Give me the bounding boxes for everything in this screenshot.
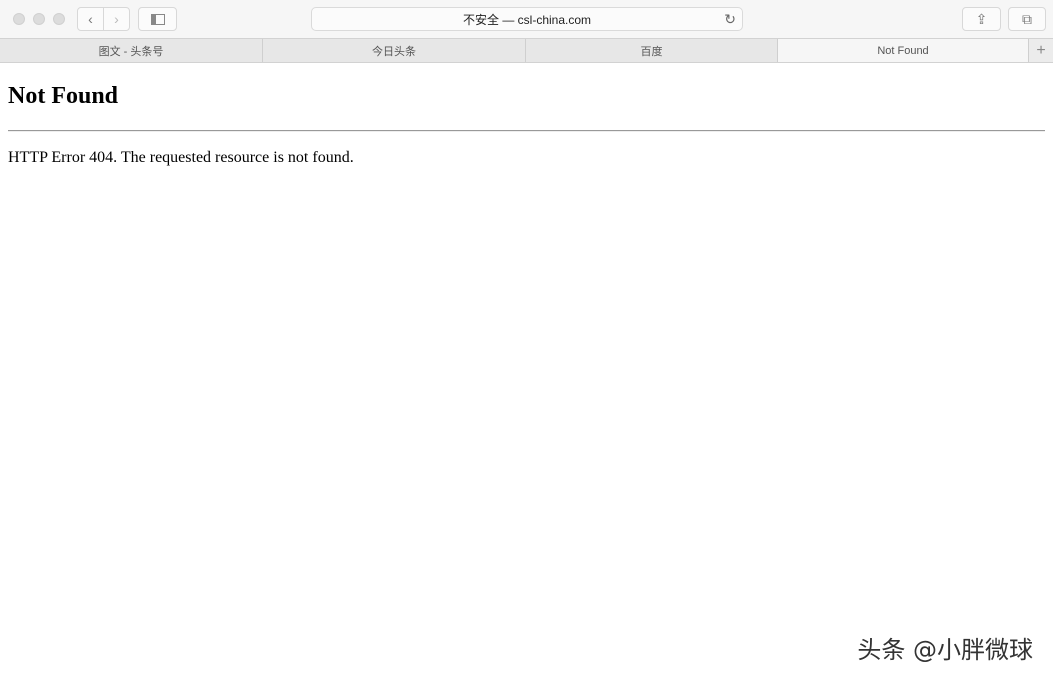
page-title: Not Found <box>8 83 119 109</box>
browser-toolbar: ‹ › 不安全 — csl-china.com ↻ ⇪ ⧉ <box>0 0 1053 38</box>
back-icon: ‹ <box>88 11 93 27</box>
back-button[interactable]: ‹ <box>77 7 104 31</box>
tab-label: 百度 <box>640 45 663 58</box>
tabs-overview-icon: ⧉ <box>1022 10 1032 27</box>
divider <box>8 130 1045 132</box>
tab-toutiao-article[interactable]: 图文 - 头条号 <box>0 39 263 62</box>
address-text: 不安全 — csl-china.com <box>462 12 592 27</box>
tabs-overview-button[interactable]: ⧉ <box>1008 7 1046 31</box>
tab-bar: 图文 - 头条号 今日头条 百度 Not Found + <box>0 38 1053 63</box>
forward-button[interactable]: › <box>103 7 130 31</box>
tab-label: 今日头条 <box>372 45 416 58</box>
reload-icon[interactable]: ↻ <box>724 11 736 28</box>
watermark: 头条 @小胖微球 <box>857 636 1033 664</box>
sidebar-button[interactable] <box>138 7 177 31</box>
share-icon: ⇪ <box>975 10 988 27</box>
new-tab-button[interactable]: + <box>1029 39 1053 62</box>
minimize-window-button[interactable] <box>33 13 45 25</box>
sidebar-icon <box>150 13 165 25</box>
share-button[interactable]: ⇪ <box>962 7 1001 31</box>
tab-not-found[interactable]: Not Found <box>778 39 1029 62</box>
close-window-button[interactable] <box>13 13 25 25</box>
tab-label: 图文 - 头条号 <box>98 45 164 58</box>
error-message: HTTP Error 404. The requested resource i… <box>8 149 354 166</box>
address-bar[interactable]: 不安全 — csl-china.com ↻ <box>311 7 743 31</box>
zoom-window-button[interactable] <box>53 13 65 25</box>
tab-baidu[interactable]: 百度 <box>526 39 778 62</box>
forward-icon: › <box>114 11 119 27</box>
tab-toutiao[interactable]: 今日头条 <box>263 39 526 62</box>
page-content: Not Found HTTP Error 404. The requested … <box>0 83 1053 167</box>
tab-label: Not Found <box>877 44 929 57</box>
new-tab-icon: + <box>1036 41 1046 59</box>
